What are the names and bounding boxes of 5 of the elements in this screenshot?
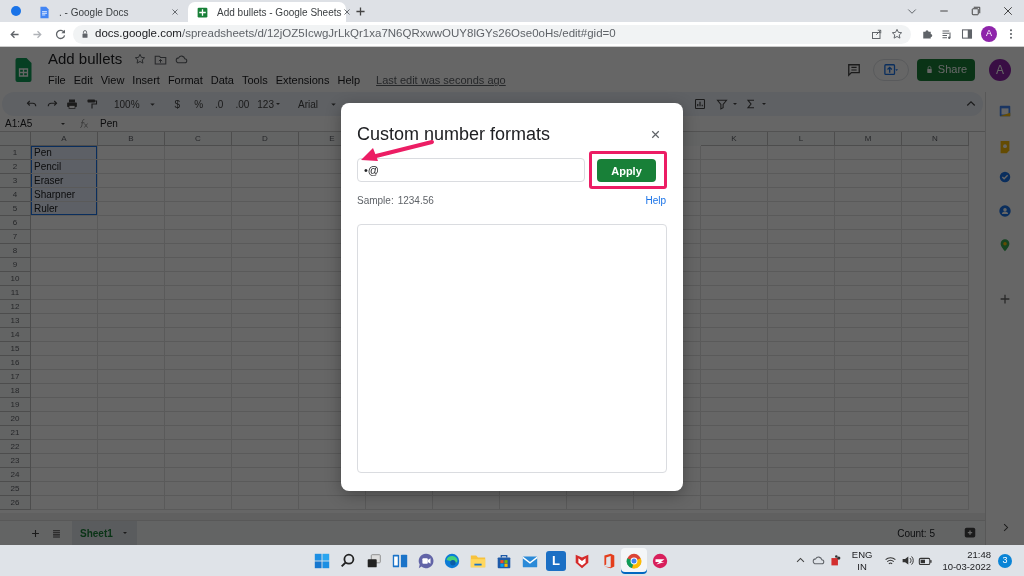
sample-value: 1234.56 [397,194,434,209]
tab-title: . - Google Docs [59,5,130,20]
url-text: docs.google.com/spreadsheets/d/12jOZ5IcwgJrLkQr1xa7N6QRxwwOUY8lGYs26Ose0oHs/edit#gid=0 [95,26,616,42]
sample-label: Sample: [357,194,394,209]
tab-title: Add bullets - Google Sheets [217,5,342,20]
